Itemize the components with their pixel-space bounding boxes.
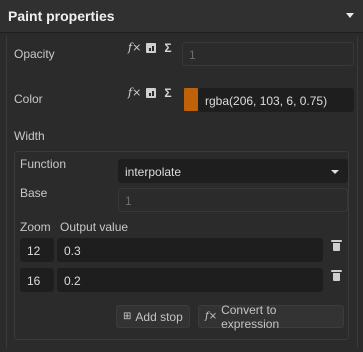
- paint-properties-panel: Paint properties Opacity 𝑓× Σ 1 Color 𝑓×…: [0, 0, 363, 352]
- color-label: Color: [14, 92, 43, 106]
- chevron-down-icon: [331, 170, 339, 174]
- output-column-header: Output value: [60, 220, 129, 234]
- opacity-label: Opacity: [14, 47, 55, 61]
- function-icon[interactable]: 𝑓×: [128, 42, 141, 54]
- color-input[interactable]: rgba(206, 103, 6, 0.75): [198, 88, 354, 112]
- section-title: Paint properties: [8, 8, 115, 24]
- color-tools: 𝑓× Σ: [128, 87, 174, 100]
- convert-label: Convert to expression: [221, 302, 280, 331]
- width-label: Width: [14, 129, 45, 143]
- opacity-input[interactable]: 1: [182, 42, 354, 66]
- section-header[interactable]: Paint properties: [0, 0, 363, 33]
- add-stop-button[interactable]: ⊞ Add stop: [116, 305, 190, 328]
- sigma-icon[interactable]: Σ: [162, 87, 174, 99]
- color-swatch[interactable]: [184, 88, 198, 111]
- function-label: Function: [20, 157, 67, 171]
- data-driven-icon[interactable]: [146, 88, 156, 98]
- function-icon[interactable]: 𝑓×: [128, 87, 141, 99]
- function-icon: 𝑓×: [205, 311, 218, 322]
- function-select[interactable]: interpolate: [118, 159, 348, 183]
- collapse-chevron-icon[interactable]: [346, 13, 354, 18]
- zoom-column-header: Zoom: [20, 220, 51, 234]
- base-input[interactable]: 1: [118, 188, 348, 212]
- stop-output-input[interactable]: 0.3: [57, 238, 323, 262]
- data-driven-icon[interactable]: [146, 43, 156, 53]
- trash-icon[interactable]: [331, 240, 342, 251]
- sigma-icon[interactable]: Σ: [162, 42, 174, 54]
- base-label: Base: [20, 186, 48, 200]
- add-stop-label: Add stop: [135, 309, 183, 324]
- stop-zoom-input[interactable]: 12: [20, 238, 54, 262]
- stop-zoom-input[interactable]: 16: [20, 268, 54, 292]
- stop-output-input[interactable]: 0.2: [57, 268, 323, 292]
- trash-icon[interactable]: [331, 270, 342, 281]
- add-stop-icon: ⊞: [123, 311, 132, 322]
- opacity-tools: 𝑓× Σ: [128, 42, 174, 55]
- convert-to-expression-button[interactable]: 𝑓× Convert to expression: [198, 302, 344, 331]
- function-select-value: interpolate: [125, 165, 182, 179]
